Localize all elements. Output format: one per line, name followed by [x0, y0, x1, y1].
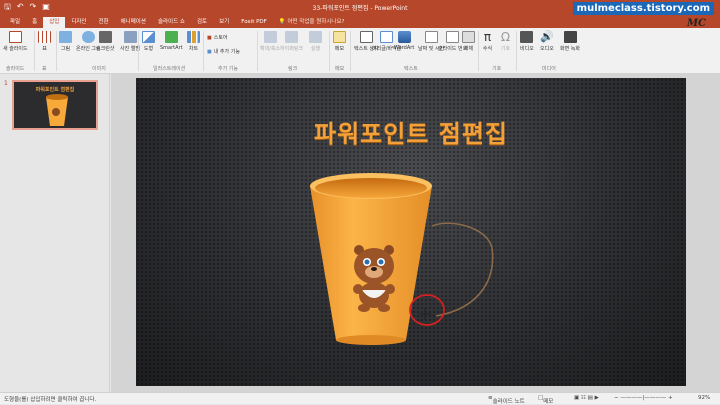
separator — [329, 31, 330, 71]
link-icon — [285, 31, 298, 43]
group-comments: 메모 — [335, 66, 345, 72]
video-button[interactable]: 비디오 — [520, 31, 534, 52]
chart-button[interactable]: 차트 — [187, 31, 200, 52]
zoom-slider[interactable]: − ————|———— + — [614, 395, 673, 401]
tab-foxit-pdf[interactable]: Foxit PDF — [235, 17, 273, 28]
new-slide-button[interactable]: 새 슬라이드 — [3, 31, 28, 52]
tab-view[interactable]: 보기 — [213, 17, 235, 28]
group-illustrations: 일러스트레이션 — [153, 66, 186, 72]
calendar-icon — [424, 31, 438, 43]
globe-picture-icon — [81, 31, 95, 43]
zoom-level[interactable]: 92% — [698, 395, 710, 401]
group-images: 이미지 — [92, 66, 106, 72]
my-addins-button[interactable]: ■ 내 추가 기능 — [207, 48, 240, 56]
group-links: 링크 — [288, 66, 298, 72]
tab-transitions[interactable]: 전환 — [93, 17, 115, 28]
view-buttons[interactable]: ▣ ☷ ▤ ▶ — [574, 395, 599, 401]
table-button[interactable]: 표 — [38, 31, 51, 52]
new-slide-icon — [8, 31, 22, 43]
title-bar: 🖫 ↶ ↷ ▣ 33-파워포인트 점편집 - PowerPoint mulmec… — [0, 0, 720, 15]
comment-icon — [333, 31, 346, 43]
audio-button[interactable]: 🔊 오디오 — [540, 30, 555, 53]
action-button[interactable]: 실행 — [309, 31, 322, 52]
tab-design[interactable]: 디자인 — [65, 17, 92, 28]
slide-thumbnail[interactable]: 파워포인트 점편집 — [12, 80, 98, 130]
symbol-button[interactable]: Ω 기호 — [499, 31, 512, 52]
equation-button[interactable]: π 수식 — [481, 31, 494, 52]
speaker-icon: 🔊 — [540, 30, 555, 43]
tab-insert[interactable]: 삽입 — [43, 17, 66, 28]
watermark: mulmeclass.tistory.com — [572, 2, 714, 15]
table-icon — [38, 31, 51, 43]
cup-bottom — [336, 335, 406, 345]
highlight-circle — [409, 294, 445, 326]
slide-number-icon — [446, 31, 460, 43]
hyperlink-button[interactable]: 하이퍼링크 — [280, 31, 303, 52]
group-slides: 슬라이드 — [6, 66, 25, 72]
separator — [516, 31, 517, 71]
separator — [34, 31, 35, 71]
picture-button[interactable]: 그림 — [59, 31, 72, 52]
crosshair-cursor — [419, 308, 431, 320]
separator — [203, 31, 204, 71]
chart-icon — [187, 31, 200, 43]
tab-slide-show[interactable]: 슬라이드 쇼 — [152, 17, 191, 28]
screen-recording-icon — [563, 31, 577, 43]
object-icon — [462, 31, 475, 43]
tab-review[interactable]: 검토 — [191, 17, 213, 28]
shapes-button[interactable]: 도형 — [142, 31, 155, 52]
video-icon — [520, 31, 534, 43]
addins-icon: ■ — [207, 48, 212, 55]
ribbon-tabs: 파일 홈 삽입 디자인 전환 애니메이션 슬라이드 쇼 검토 보기 Foxit … — [0, 15, 720, 28]
screenshot-icon — [98, 31, 112, 43]
pi-icon: π — [483, 30, 492, 44]
zoom-button[interactable]: 확대/축소 — [260, 31, 280, 52]
picture-icon — [59, 31, 72, 43]
thumbnail-cup-graphic — [46, 94, 68, 126]
screenshot-button[interactable]: 스크린샷 — [96, 31, 114, 52]
status-bar: 도형을(를) 삽입하려면 클릭하여 끕니다. ≡ 슬라이드 노트 □ 메모 ▣ … — [0, 392, 720, 405]
shapes-icon — [142, 31, 155, 43]
comment-button[interactable]: 메모 — [333, 31, 346, 52]
zoom-icon — [263, 31, 277, 43]
tab-file[interactable]: 파일 — [4, 17, 26, 28]
tab-home[interactable]: 홈 — [26, 17, 43, 28]
group-tables: 표 — [42, 66, 47, 72]
status-message: 도형을(를) 삽입하려면 클릭하여 끕니다. — [4, 397, 97, 403]
group-symbols: 기호 — [492, 66, 502, 72]
group-text: 텍스트 — [404, 66, 418, 72]
separator — [138, 31, 139, 71]
group-media: 미디어 — [542, 66, 556, 72]
tab-animations[interactable]: 애니메이션 — [115, 17, 152, 28]
lightbulb-icon: 💡 — [278, 19, 286, 25]
omega-icon: Ω — [500, 30, 511, 44]
screen-recording-button[interactable]: 화면 녹화 — [560, 31, 580, 52]
action-icon — [309, 31, 322, 43]
separator — [478, 31, 479, 71]
photo-album-icon — [123, 31, 137, 43]
ribbon: 새 슬라이드 슬라이드 표 표 그림 온라인 그림 스크린샷 사진 앨범 이미지… — [0, 28, 720, 74]
smartart-button[interactable]: SmartArt — [160, 31, 183, 51]
separator — [56, 31, 57, 71]
thumbnail-number: 1 — [4, 80, 8, 87]
group-addins: 추가 기능 — [218, 66, 238, 72]
slide-canvas[interactable]: 파워포인트 점편집 — [136, 78, 686, 386]
notes-button[interactable]: ≡ 슬라이드 노트 — [488, 395, 525, 405]
separator — [257, 31, 258, 71]
cup-inside — [315, 178, 427, 198]
tell-me-text: 어떤 작업을 원하시나요? — [287, 19, 345, 25]
wordart-button[interactable]: WordArt — [394, 31, 414, 51]
photo-album-button[interactable]: 사진 앨범 — [120, 31, 140, 52]
smartart-icon — [164, 31, 178, 43]
header-footer-icon — [380, 31, 394, 43]
object-button[interactable]: 개체 — [462, 31, 475, 52]
tell-me-search[interactable]: 💡 어떤 작업을 원하시나요? — [273, 17, 351, 28]
textbox-icon — [359, 31, 373, 43]
wordart-icon — [397, 31, 411, 43]
store-icon: ■ — [207, 34, 212, 41]
separator — [350, 31, 351, 71]
comments-button[interactable]: □ 메모 — [538, 395, 553, 405]
slide-graphics — [310, 173, 494, 345]
store-button[interactable]: ■ 스토어 — [207, 34, 228, 42]
